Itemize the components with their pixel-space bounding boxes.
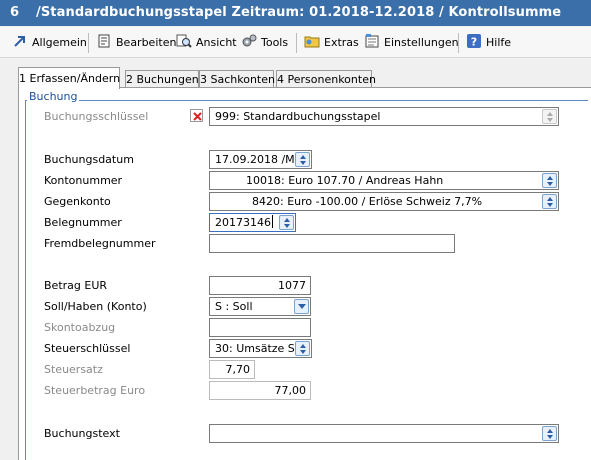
spin-icon[interactable] (279, 215, 294, 230)
menubar: Allgemein Bearbeiten Ansicht Tools Extra… (0, 27, 591, 58)
tab-panel: Buchung (18, 87, 591, 460)
label-skontoabzug: Skontoabzug (44, 321, 116, 334)
window-number: 6 (10, 5, 20, 20)
label-buchungsschluessel: Buchungsschlüssel (44, 110, 149, 123)
menu-einstellungen-label: Einstellungen (384, 36, 459, 49)
betrag-value: 1077 (278, 279, 306, 292)
menu-bearbeiten-label: Bearbeiten (116, 36, 177, 49)
gegenkonto-value: 8420: Euro -100.00 / Erlöse Schweiz 7,7% (252, 195, 483, 208)
buchungstext-field[interactable] (209, 424, 559, 443)
folder-icon (304, 36, 320, 48)
steuerschluessel-value: 30: Umsätze Sc (215, 342, 301, 355)
menu-tools-label: Tools (261, 36, 289, 49)
chevron-down-icon[interactable] (294, 299, 309, 314)
tab-buchungen[interactable]: 2 Buchungen (125, 70, 199, 88)
label-gegenkonto: Gegenkonto (44, 195, 111, 208)
spin-icon[interactable] (542, 426, 557, 441)
menu-allgemein[interactable]: Allgemein (12, 33, 87, 53)
belegnummer-value: 20173146 (215, 215, 273, 229)
menu-extras-label: Extras (324, 36, 359, 49)
tab-personenkonten[interactable]: 4 Personenkonten (276, 70, 376, 88)
menu-separator (296, 33, 297, 53)
steuerbetrag-value: 77,00 (274, 384, 307, 397)
menu-hilfe[interactable]: ? Hilfe (466, 33, 511, 53)
buchungsdatum-value: 17.09.2018 /Mo (215, 153, 302, 166)
menu-allgemein-label: Allgemein (32, 36, 87, 49)
label-buchungstext: Buchungstext (44, 427, 120, 440)
kontonummer-field[interactable]: 10018: Euro 107.70 / Andreas Hahn (209, 171, 559, 190)
gear-icon (242, 34, 257, 47)
sollhaben-select[interactable]: S : Soll (209, 297, 311, 316)
menu-ansicht[interactable]: Ansicht (176, 33, 237, 53)
label-steuerschluessel: Steuerschlüssel (44, 342, 131, 355)
svg-text:?: ? (471, 36, 477, 49)
label-steuerbetrag: Steuerbetrag Euro (44, 384, 146, 397)
settings-sheet-icon (365, 34, 379, 48)
menu-einstellungen[interactable]: Einstellungen (364, 33, 459, 53)
label-sollhaben: Soll/Haben (Konto) (44, 300, 147, 313)
label-fremdbelegnummer: Fremdbelegnummer (44, 237, 156, 250)
magnifier-icon (176, 34, 192, 48)
window-titlebar: 6 /Standardbuchungsstapel Zeitraum: 01.2… (0, 0, 591, 46)
help-icon: ? (467, 34, 481, 49)
label-belegnummer: Belegnummer (44, 216, 122, 229)
clear-icon[interactable] (190, 109, 203, 122)
tab-sachkonten[interactable]: 3 Sachkonten (199, 70, 275, 88)
buchungsschluessel-field[interactable]: 999: Standardbuchungsstapel (209, 107, 559, 126)
steuerbetrag-field: 77,00 (209, 381, 311, 400)
spin-icon[interactable] (542, 109, 557, 124)
document-icon (98, 34, 110, 48)
group-title: Buchung (27, 90, 80, 103)
spin-icon[interactable] (295, 152, 310, 167)
steuersatz-value: 7,70 (225, 363, 251, 376)
menu-hilfe-label: Hilfe (486, 36, 512, 49)
menu-tools[interactable]: Tools (241, 33, 288, 53)
spin-icon[interactable] (542, 194, 557, 209)
menu-bearbeiten[interactable]: Bearbeiten (96, 33, 176, 53)
belegnummer-field[interactable]: 20173146 (209, 213, 296, 232)
betrag-field[interactable]: 1077 (209, 276, 311, 295)
skontoabzug-field[interactable] (209, 318, 311, 337)
spin-icon[interactable] (542, 173, 557, 188)
fremdbelegnummer-field[interactable] (209, 234, 455, 253)
menu-separator (458, 33, 459, 53)
buchungsschluessel-value: 999: Standardbuchungsstapel (215, 110, 381, 123)
label-steuersatz: Steuersatz (44, 363, 103, 376)
steuerschluessel-field[interactable]: 30: Umsätze Sc (209, 339, 312, 358)
label-betrag: Betrag EUR (44, 279, 108, 292)
menu-extras[interactable]: Extras (304, 33, 359, 53)
menu-separator (88, 33, 89, 53)
spin-icon[interactable] (295, 341, 310, 356)
sollhaben-value: S : Soll (215, 300, 253, 313)
label-kontonummer: Kontonummer (44, 174, 123, 187)
steuersatz-field: 7,70 (209, 360, 255, 379)
label-buchungsdatum: Buchungsdatum (44, 153, 134, 166)
arrow-icon (14, 36, 25, 47)
kontonummer-value: 10018: Euro 107.70 / Andreas Hahn (246, 174, 444, 187)
menu-ansicht-label: Ansicht (196, 36, 237, 49)
buchungsdatum-field[interactable]: 17.09.2018 /Mo (209, 150, 312, 169)
tab-erfassen[interactable]: 1 Erfassen/Ändern (18, 67, 120, 89)
gegenkonto-field[interactable]: 8420: Euro -100.00 / Erlöse Schweiz 7,7% (209, 192, 559, 211)
